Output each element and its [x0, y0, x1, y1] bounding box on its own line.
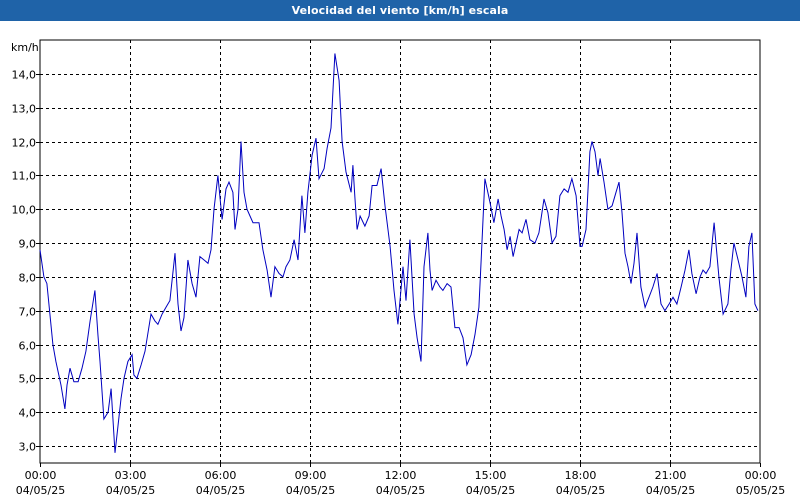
- x-tick-labels: 00:00 04/05/25 03:00 04/05/25 06:00 04/05/25 0…: [16, 469, 785, 497]
- y-tick-label: 11,0: [12, 170, 37, 183]
- y-tick-label: 8,0: [19, 272, 37, 285]
- y-tick-label: 14,0: [12, 69, 37, 82]
- x-tick-date-label: 04/05/25: [646, 484, 695, 497]
- y-tick-label: 7,0: [19, 306, 37, 319]
- y-tick-label: 3,0: [19, 441, 37, 454]
- x-tick-date-label: 05/05/25: [736, 484, 785, 497]
- x-tick-date-label: 04/05/25: [556, 484, 605, 497]
- y-tick-labels: 3,0 4,0 5,0 6,0 7,0 8,0 9,0 10,0 11,0 12,0 13,0 14,…: [12, 69, 37, 454]
- y-tick-label: 4,0: [19, 407, 37, 420]
- x-tick-date-label: 04/05/25: [16, 484, 65, 497]
- x-tick-date-label: 04/05/25: [466, 484, 515, 497]
- y-tick-label: 13,0: [12, 103, 37, 116]
- x-tick-time-label: 00:00: [745, 469, 777, 482]
- x-tick-time-label: 09:00: [295, 469, 327, 482]
- x-tick-time-label: 00:00: [25, 469, 57, 482]
- y-tick-label: 9,0: [19, 238, 37, 251]
- x-tick-date-label: 04/05/25: [286, 484, 335, 497]
- x-tick-time-label: 18:00: [565, 469, 597, 482]
- y-tick-label: 10,0: [12, 204, 37, 217]
- y-tick-label: 6,0: [19, 340, 37, 353]
- x-tick-time-label: 03:00: [115, 469, 147, 482]
- y-tick-label: 5,0: [19, 373, 37, 386]
- x-tick-time-label: 06:00: [205, 469, 237, 482]
- y-tick-label: 12,0: [12, 137, 37, 150]
- y-axis-unit-label: km/h: [11, 41, 39, 54]
- x-tick-date-label: 04/05/25: [106, 484, 155, 497]
- x-tick-time-label: 12:00: [385, 469, 417, 482]
- wind-speed-chart: km/h 3,0 4,0 5,0 6,0 7,0 8,0 9,0 10,0 11,0 12,0 13…: [11, 39, 785, 497]
- x-tick-time-label: 21:00: [655, 469, 687, 482]
- x-tick-date-label: 04/05/25: [196, 484, 245, 497]
- x-tick-time-label: 15:00: [475, 469, 507, 482]
- x-tick-date-label: 04/05/25: [376, 484, 425, 497]
